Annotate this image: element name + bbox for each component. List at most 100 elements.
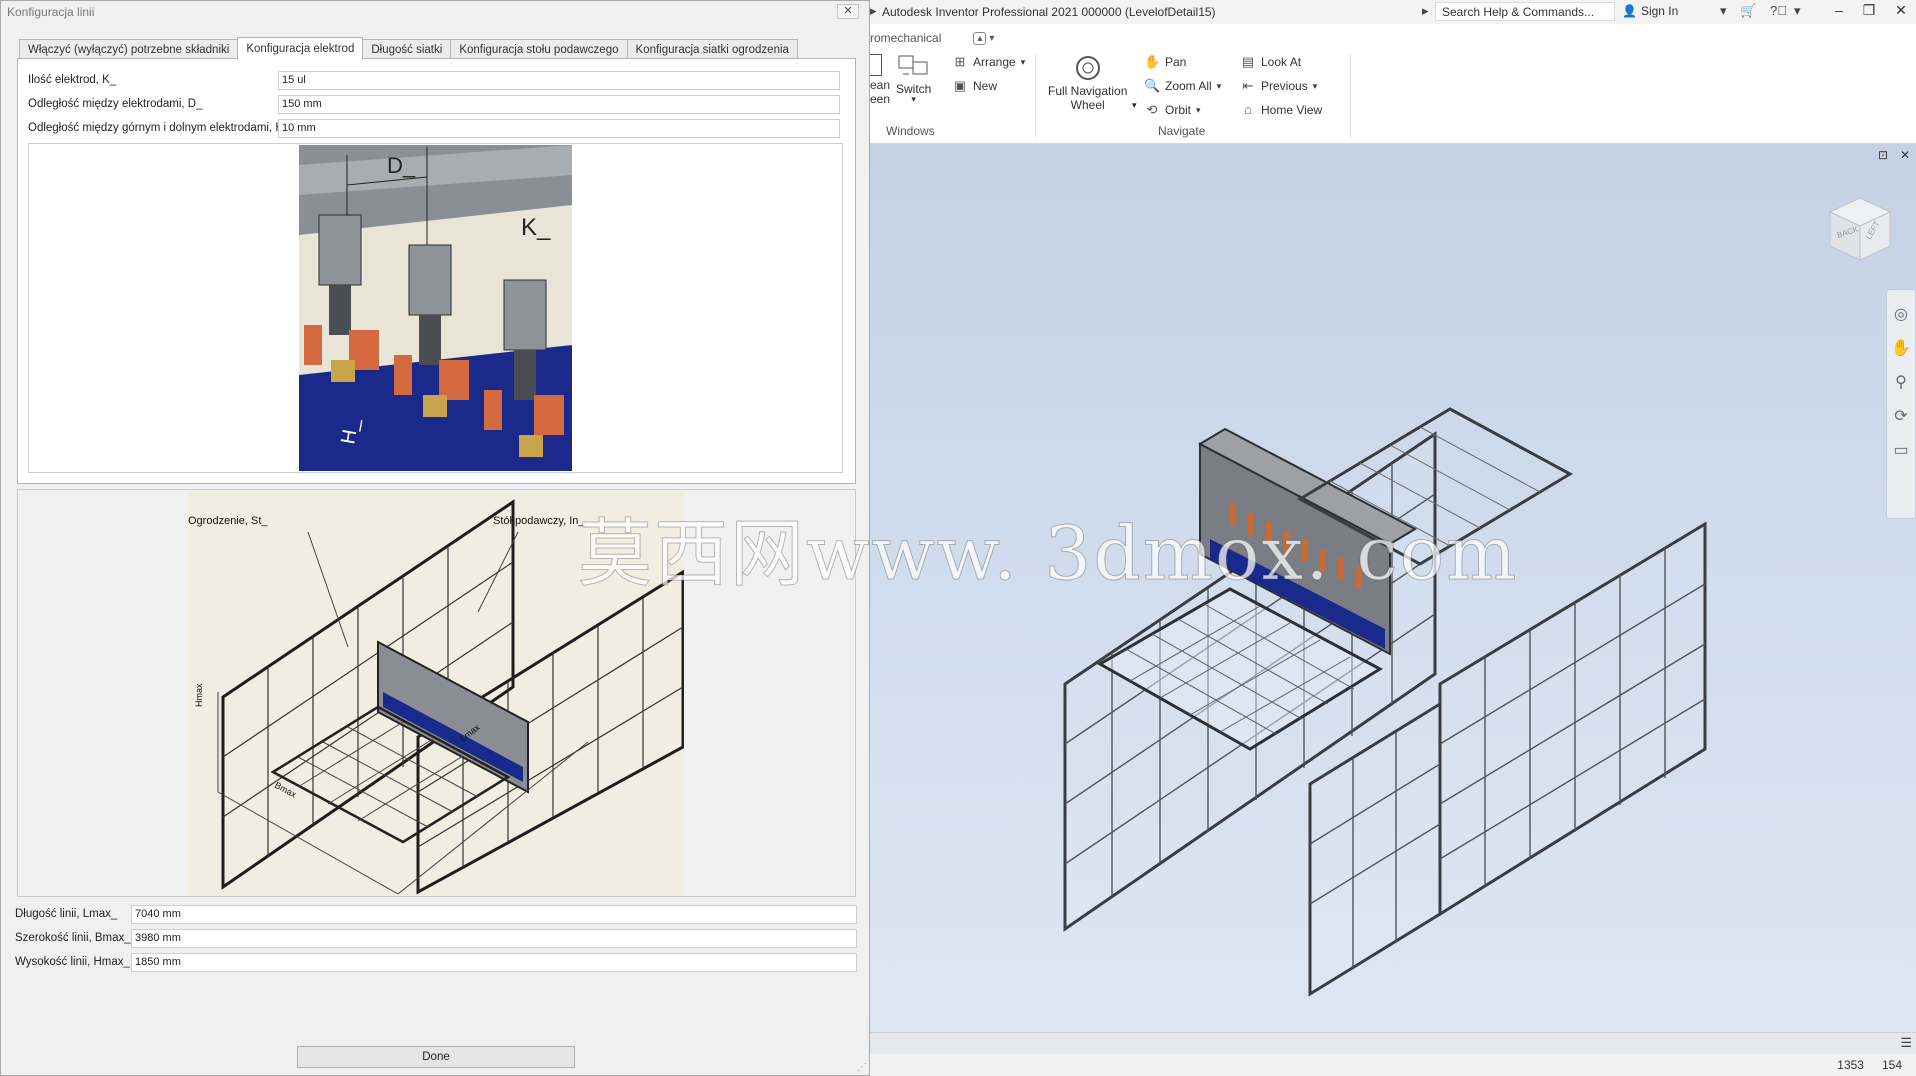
- electrode-count-label: Ilość elektrod, K_: [28, 74, 117, 86]
- search-expand-icon[interactable]: ▸: [1422, 3, 1429, 19]
- 3d-model-render[interactable]: [870, 144, 1916, 1032]
- line-width-input[interactable]: [131, 928, 857, 948]
- dialog-title: Konfiguracja linii: [7, 5, 95, 19]
- dialog-close-button[interactable]: ✕: [837, 4, 859, 19]
- help-icon[interactable]: ?⃝: [1770, 3, 1787, 18]
- line-length-row: Długość linii, Lmax_: [15, 904, 857, 924]
- close-button[interactable]: ✕: [1890, 2, 1912, 19]
- ribbon-separator: [1350, 54, 1351, 138]
- tab-electrode-config[interactable]: Konfiguracja elektrod: [237, 37, 364, 59]
- electrode-gap-input[interactable]: [278, 118, 840, 138]
- line-height-input[interactable]: [131, 952, 857, 972]
- dialog-tabs: Włączyć (wyłączyć) potrzebne składniki K…: [19, 37, 798, 59]
- electrode-count-row: Ilość elektrod, K_: [28, 70, 840, 90]
- electrode-count-input[interactable]: [278, 70, 840, 90]
- electrode-tab-page: Ilość elektrod, K_ Odległość między elek…: [17, 58, 856, 484]
- line-width-label: Szerokość linii, Bmax_: [15, 932, 131, 944]
- navigation-wheel-icon: [1075, 56, 1100, 80]
- orbit-button[interactable]: ⟲ Orbit ▾: [1144, 102, 1201, 118]
- status-bar: ☰: [870, 1032, 1916, 1054]
- ribbon-separator: [1035, 54, 1036, 138]
- orbit-dropdown-icon: ▾: [1196, 104, 1201, 115]
- ribbon-tab-row: romechanical ▴ ▾: [870, 28, 994, 48]
- home-view-button[interactable]: ⌂ Home View: [1240, 102, 1322, 118]
- windows-panel-label: Windows: [886, 124, 935, 138]
- inventor-window: ▸ Autodesk Inventor Professional 2021 00…: [870, 0, 1916, 1076]
- restore-button[interactable]: ❐: [1858, 2, 1880, 19]
- sign-in-dropdown-icon[interactable]: ▾: [1720, 3, 1727, 19]
- inventor-title: Autodesk Inventor Professional 2021 0000…: [882, 5, 1216, 19]
- label-d: D_: [387, 153, 416, 178]
- line-configuration-dialog: Konfiguracja linii ✕ Włączyć (wyłączyć) …: [0, 0, 870, 1076]
- dialog-titlebar: Konfiguracja linii: [1, 1, 869, 23]
- label-k: K_: [521, 214, 551, 241]
- zoom-dropdown-icon: ▾: [1216, 80, 1222, 91]
- line-length-label: Długość linii, Lmax_: [15, 908, 118, 920]
- panel-toggle-icon[interactable]: ▴: [973, 31, 987, 45]
- graphics-viewport[interactable]: ⊡ ✕ BACK LEFT ◎ ✋ ⚲ ⟳ ▭: [870, 144, 1916, 1032]
- previous-dropdown-icon: ▾: [1312, 80, 1318, 91]
- new-window-button[interactable]: ▣ New: [952, 78, 997, 94]
- status-value-left: 1353: [1837, 1058, 1864, 1072]
- arrange-icon: ⊞: [954, 54, 966, 69]
- full-navigation-wheel-button[interactable]: Full Navigation Wheel: [1048, 54, 1127, 112]
- look-at-icon: ▤: [1241, 54, 1255, 69]
- ribbon: ean een Switch ▾ ⊞ Arrange ▾ ▣ New Windo…: [870, 48, 1916, 144]
- electrode-diagram-frame: D_ K_ H_: [28, 143, 843, 473]
- label-h: H_: [337, 416, 363, 446]
- clean-screen-button[interactable]: ean een: [870, 54, 890, 106]
- help-dropdown-icon[interactable]: ▾: [1794, 3, 1801, 19]
- cart-icon[interactable]: 🛒: [1740, 3, 1756, 19]
- electrode-diagram-image: D_ K_ H_: [299, 145, 572, 471]
- label-fence: Ogrodzenie, St_: [188, 515, 268, 527]
- label-feed-table: Stół podawczy, In_: [493, 515, 585, 527]
- tab-fence-mesh-config[interactable]: Konfiguracja siatki ogrodzenia: [626, 39, 798, 59]
- electrode-gap-label: Odległość między górnym i dolnym elektro…: [28, 122, 291, 134]
- qat-arrow-icon[interactable]: ▸: [870, 3, 877, 19]
- electrode-gap-row: Odległość między górnym i dolnym elektro…: [28, 118, 840, 138]
- done-button[interactable]: Done: [297, 1046, 575, 1068]
- zoom-all-button[interactable]: 🔍 Zoom All ▾: [1144, 78, 1221, 94]
- sign-in-button[interactable]: 👤 Sign In: [1622, 4, 1678, 18]
- tab-components[interactable]: Włączyć (wyłączyć) potrzebne składniki: [19, 39, 239, 59]
- electrode-spacing-row: Odległość między elektrodami, D_: [28, 94, 840, 114]
- ribbon-tab-electromechanical[interactable]: romechanical: [870, 31, 941, 45]
- switch-icon: [898, 55, 928, 75]
- electrode-spacing-input[interactable]: [278, 94, 840, 114]
- line-height-row: Wysokość linii, Hmax_: [15, 952, 857, 972]
- pan-button[interactable]: ✋ Pan: [1144, 54, 1186, 70]
- zoom-all-icon: 🔍: [1144, 78, 1161, 93]
- arrange-button[interactable]: ⊞ Arrange ▾: [952, 54, 1026, 70]
- home-icon: ⌂: [1244, 102, 1252, 117]
- user-icon: 👤: [1622, 4, 1637, 18]
- nav-wheel-dropdown-icon[interactable]: ▾: [1132, 100, 1137, 111]
- help-search-input[interactable]: Search Help & Commands...: [1435, 2, 1615, 21]
- electrode-spacing-label: Odległość między elektrodami, D_: [28, 98, 203, 110]
- minimize-button[interactable]: –: [1828, 2, 1850, 18]
- tab-feed-table-config[interactable]: Konfiguracja stołu podawczego: [450, 39, 628, 59]
- hamburger-menu-icon[interactable]: ☰: [1900, 1035, 1912, 1051]
- clean-screen-icon: [870, 54, 882, 76]
- switch-dropdown-icon: ▾: [911, 94, 916, 104]
- resize-grip-icon[interactable]: ⋰: [857, 1062, 867, 1073]
- line-height-label: Wysokość linii, Hmax_: [15, 956, 130, 968]
- line-diagram-frame: Ogrodzenie, St_ Stół podawczy, In_ Hmax …: [17, 489, 856, 897]
- inventor-titlebar: ▸ Autodesk Inventor Professional 2021 00…: [870, 0, 1916, 24]
- pan-hand-icon: ✋: [1144, 54, 1161, 69]
- line-diagram-image: Ogrodzenie, St_ Stół podawczy, In_ Hmax …: [188, 492, 684, 896]
- look-at-button[interactable]: ▤ Look At: [1240, 54, 1301, 70]
- new-window-icon: ▣: [953, 78, 967, 93]
- line-width-row: Szerokość linii, Bmax_: [15, 928, 857, 948]
- label-hmax: Hmax: [194, 683, 204, 707]
- status-counters: 1353 154: [870, 1054, 1916, 1076]
- tab-mesh-length[interactable]: Długość siatki: [362, 39, 452, 59]
- status-value-right: 154: [1881, 1058, 1902, 1072]
- previous-view-button[interactable]: ⇤ Previous ▾: [1240, 78, 1318, 94]
- panel-toggle-dropdown-icon[interactable]: ▾: [989, 33, 994, 44]
- navigate-panel-label: Navigate: [1158, 124, 1206, 138]
- arrange-dropdown-icon: ▾: [1020, 56, 1026, 67]
- switch-button[interactable]: Switch ▾: [896, 54, 931, 105]
- orbit-icon: ⟲: [1146, 102, 1158, 117]
- previous-view-icon: ⇤: [1242, 78, 1254, 93]
- line-length-input[interactable]: [131, 904, 857, 924]
